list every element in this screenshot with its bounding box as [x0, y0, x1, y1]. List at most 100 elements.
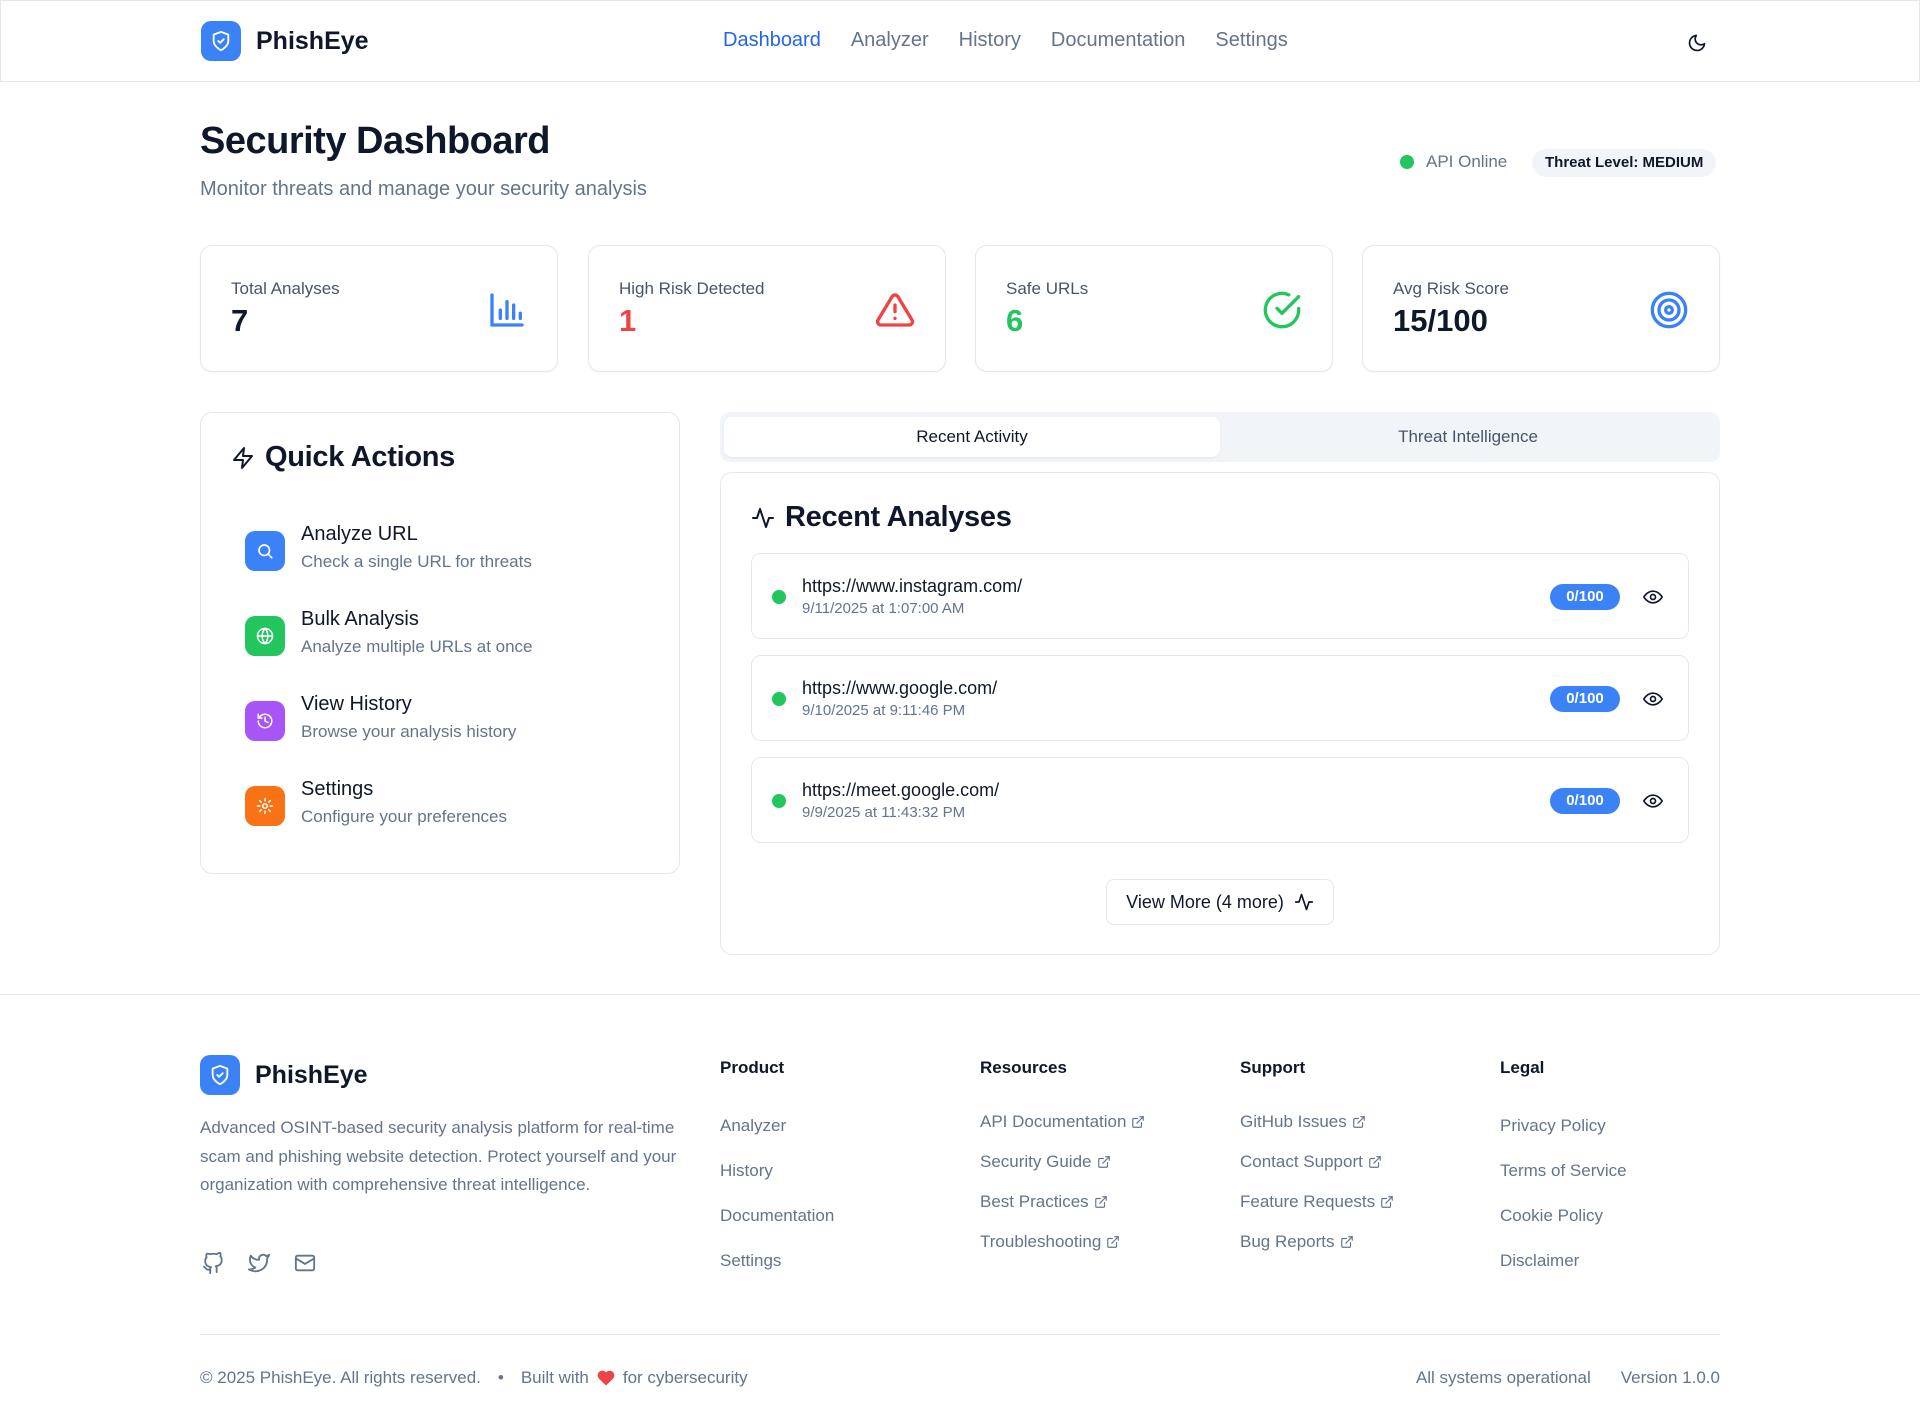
analysis-row[interactable]: https://www.google.com/ 9/10/2025 at 9:1…: [751, 655, 1689, 741]
stat-card-avg-risk: Avg Risk Score 15/100: [1362, 245, 1720, 372]
stat-value: 7: [231, 303, 249, 338]
footer-link-troubleshooting[interactable]: Troubleshooting: [980, 1222, 1145, 1262]
twitter-link[interactable]: [246, 1250, 272, 1276]
quick-action-view-history[interactable]: View History Browse your analysis histor…: [245, 693, 645, 757]
nav-settings[interactable]: Settings: [1215, 29, 1287, 52]
shield-logo-icon: [201, 21, 241, 61]
footer-column-title: Legal: [1500, 1058, 1545, 1077]
nav-documentation[interactable]: Documentation: [1051, 29, 1186, 52]
footer-link-cookie-policy[interactable]: Cookie Policy: [1500, 1193, 1627, 1238]
footer-link-privacy-policy[interactable]: Privacy Policy: [1500, 1103, 1627, 1148]
activity-tabs: Recent Activity Threat Intelligence: [720, 412, 1720, 462]
footer-copyright: © 2025 PhishEye. All rights reserved. • …: [200, 1368, 748, 1388]
target-icon: [1650, 291, 1688, 329]
view-details-button[interactable]: [1640, 584, 1666, 610]
footer-link-analyzer[interactable]: Analyzer: [720, 1103, 834, 1148]
analysis-time: 9/11/2025 at 1:07:00 AM: [802, 600, 965, 617]
quick-action-settings[interactable]: Settings Configure your preferences: [245, 778, 645, 842]
stat-label: Safe URLs: [1006, 279, 1089, 298]
quick-action-analyze-url[interactable]: Analyze URL Check a single URL for threa…: [245, 523, 645, 587]
view-more-button[interactable]: View More (4 more): [1106, 879, 1334, 925]
footer-link-disclaimer[interactable]: Disclaimer: [1500, 1238, 1627, 1283]
external-link-icon: [1369, 1156, 1381, 1168]
brand[interactable]: PhishEye: [201, 21, 369, 61]
risk-score-badge: 0/100: [1550, 788, 1620, 814]
tab-threat-intelligence[interactable]: Threat Intelligence: [1220, 417, 1716, 457]
quick-action-name: Analyze URL: [301, 523, 418, 545]
eye-icon: [1643, 590, 1663, 604]
footer-link-label: Terms of Service: [1500, 1160, 1627, 1180]
email-link[interactable]: [292, 1250, 318, 1276]
footer-link-bug-reports[interactable]: Bug Reports: [1240, 1222, 1394, 1262]
version-text: Version 1.0.0: [1620, 1368, 1720, 1387]
view-details-button[interactable]: [1640, 788, 1666, 814]
status-dot-icon: [772, 794, 786, 808]
activity-icon: [1294, 893, 1314, 911]
github-link[interactable]: [200, 1250, 226, 1276]
recent-analyses-title: Recent Analyses: [751, 501, 1012, 534]
threat-level-badge: Threat Level: MEDIUM: [1532, 149, 1717, 177]
footer-link-settings[interactable]: Settings: [720, 1238, 834, 1283]
search-icon: [245, 531, 285, 571]
footer-brand-name: PhishEye: [255, 1060, 368, 1089]
external-link-icon: [1340, 1236, 1353, 1248]
recent-analyses-title-text: Recent Analyses: [785, 501, 1012, 533]
footer-link-history[interactable]: History: [720, 1148, 834, 1193]
external-link-icon: [1097, 1156, 1110, 1168]
stat-value: 1: [619, 303, 637, 338]
main-nav: Dashboard Analyzer History Documentation…: [723, 29, 1288, 52]
view-details-button[interactable]: [1640, 686, 1666, 712]
external-link-icon: [1107, 1236, 1120, 1248]
bar-chart-icon: [490, 293, 524, 327]
analysis-row[interactable]: https://www.instagram.com/ 9/11/2025 at …: [751, 553, 1689, 639]
risk-score-badge: 0/100: [1550, 686, 1620, 712]
footer-link-github-issues[interactable]: GitHub Issues: [1240, 1102, 1394, 1142]
footer-link-label: Troubleshooting: [980, 1232, 1102, 1251]
eye-icon: [1643, 692, 1663, 706]
quick-action-name: View History: [301, 693, 412, 715]
footer-column-product: Product Analyzer History Documentation S…: [720, 1058, 834, 1283]
footer-link-terms-of-service[interactable]: Terms of Service: [1500, 1148, 1627, 1193]
shield-logo-icon: [200, 1055, 240, 1095]
footer-column-support: Support GitHub Issues Contact Support Fe…: [1240, 1058, 1394, 1262]
nav-history[interactable]: History: [959, 29, 1021, 52]
nav-dashboard[interactable]: Dashboard: [723, 29, 821, 52]
activity-icon: [752, 507, 774, 528]
footer-link-label: Contact Support: [1240, 1152, 1363, 1171]
quick-action-name: Settings: [301, 778, 374, 800]
footer-link-label: Privacy Policy: [1500, 1115, 1606, 1135]
footer-brand[interactable]: PhishEye: [200, 1055, 368, 1095]
quick-action-bulk-analysis[interactable]: Bulk Analysis Analyze multiple URLs at o…: [245, 608, 645, 672]
twitter-icon: [248, 1253, 270, 1273]
footer-link-documentation[interactable]: Documentation: [720, 1193, 834, 1238]
stat-card-high-risk: High Risk Detected 1: [588, 245, 946, 372]
external-link-icon: [1132, 1116, 1145, 1128]
footer-link-feature-requests[interactable]: Feature Requests: [1240, 1182, 1394, 1222]
quick-actions-card: Quick Actions Analyze URL Check a single…: [200, 412, 680, 874]
nav-analyzer[interactable]: Analyzer: [851, 29, 929, 52]
stat-card-total-analyses: Total Analyses 7: [200, 245, 558, 372]
footer-link-contact-support[interactable]: Contact Support: [1240, 1142, 1394, 1182]
warning-triangle-icon: [875, 293, 915, 327]
analysis-url: https://www.instagram.com/: [802, 576, 1023, 596]
external-link-icon: [1381, 1196, 1393, 1208]
quick-action-desc: Browse your analysis history: [301, 722, 517, 741]
check-circle-icon: [1263, 291, 1301, 329]
quick-actions-title-text: Quick Actions: [265, 441, 456, 473]
footer-column-legal: Legal Privacy Policy Terms of Service Co…: [1500, 1058, 1627, 1283]
theme-toggle-button[interactable]: [1679, 25, 1715, 61]
footer-link-best-practices[interactable]: Best Practices: [980, 1182, 1145, 1222]
top-navbar: PhishEye Dashboard Analyzer History Docu…: [0, 0, 1920, 82]
footer-link-security-guide[interactable]: Security Guide: [980, 1142, 1145, 1182]
analysis-time: 9/9/2025 at 11:43:32 PM: [802, 804, 966, 821]
tab-recent-activity[interactable]: Recent Activity: [724, 417, 1220, 457]
globe-icon: [245, 616, 285, 656]
system-status-text: All systems operational: [1415, 1368, 1591, 1387]
analysis-row[interactable]: https://meet.google.com/ 9/9/2025 at 11:…: [751, 757, 1689, 843]
quick-action-desc: Check a single URL for threats: [301, 552, 532, 571]
social-links: [200, 1250, 318, 1276]
footer-link-api-documentation[interactable]: API Documentation: [980, 1102, 1145, 1142]
history-icon: [245, 701, 285, 741]
quick-action-desc: Analyze multiple URLs at once: [301, 637, 533, 656]
footer-link-label: Analyzer: [720, 1115, 787, 1135]
